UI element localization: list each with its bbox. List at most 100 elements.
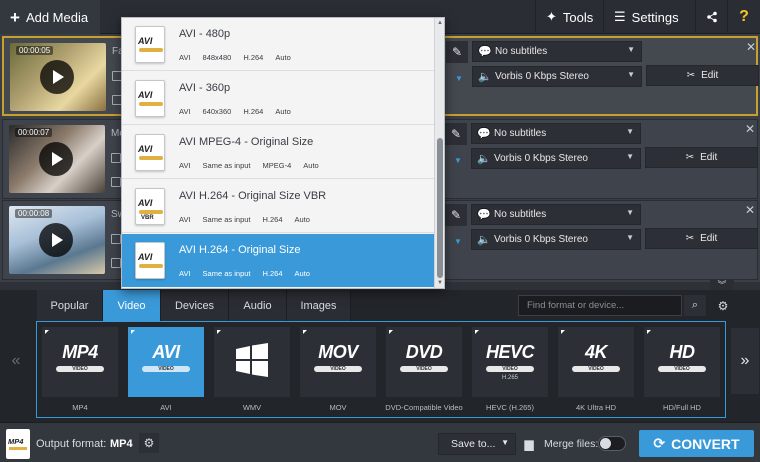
windows-logo-icon — [236, 343, 268, 377]
subtitles-value: No subtitles — [495, 46, 548, 57]
preset-item[interactable]: AVI AVI MPEG-4 - Original Size AVI Same a… — [122, 126, 434, 179]
dropdown-scrollbar[interactable]: ▲ ▼ — [434, 18, 444, 288]
file-info-icon[interactable] — [111, 234, 121, 244]
format-tile-4k[interactable]: 4K VIDEO — [558, 327, 634, 397]
format-tile-hevc[interactable]: HEVC VIDEO H.265 — [472, 327, 548, 397]
scroll-right-icon[interactable]: » — [731, 328, 759, 394]
format-tile-dvd[interactable]: DVD VIDEO — [386, 327, 462, 397]
video-thumbnail[interactable]: 00:00:07 — [9, 125, 105, 193]
speech-bubble-icon: 💬 — [478, 46, 492, 58]
video-thumbnail[interactable]: 00:00:08 — [9, 206, 105, 274]
format-settings-icon[interactable]: ⚙ — [712, 295, 734, 316]
folder-icon[interactable]: ▆ — [520, 434, 538, 454]
edit-button[interactable]: ✂ Edit — [645, 147, 758, 168]
subtitles-select[interactable]: 💬 No subtitles ▼ — [471, 123, 641, 144]
convert-label: CONVERT — [671, 435, 740, 452]
close-icon[interactable]: ✕ — [745, 122, 755, 136]
format-tile-wmv[interactable] — [214, 327, 290, 397]
pencil-icon[interactable]: ✎ — [445, 204, 467, 226]
format-tile-avi[interactable]: AVI VIDEO — [128, 327, 204, 397]
close-icon[interactable]: ✕ — [745, 203, 755, 217]
format-label: MP4 — [72, 403, 88, 412]
preset-item-selected[interactable]: AVI AVI H.264 - Original Size AVI Same as… — [122, 234, 434, 287]
chevron-down-icon[interactable]: ▼ — [450, 68, 468, 88]
merge-files-toggle[interactable] — [598, 436, 626, 451]
tools-button[interactable]: ✦ Tools — [535, 0, 603, 34]
speaker-icon: 🔈 — [477, 234, 491, 246]
format-label: HD/Full HD — [663, 403, 701, 412]
preset-item[interactable]: AVI AVI - 360p AVI 640x360 H.264 Auto — [122, 72, 434, 125]
format-tile-mp4[interactable]: MP4 VIDEO — [42, 327, 118, 397]
audio-select[interactable]: 🔈 Vorbis 0 Kbps Stereo ▼ — [472, 66, 642, 87]
subtitles-value: No subtitles — [494, 128, 547, 139]
edit-button[interactable]: ✂ Edit — [646, 65, 759, 86]
mp4-file-icon: MP4 — [6, 429, 30, 459]
preset-title: AVI - 480p — [179, 28, 231, 40]
settings-button[interactable]: ☰ Settings — [603, 0, 695, 34]
preset-meta: AVI Same as input H.264 Auto — [179, 215, 310, 224]
scroll-down-icon[interactable]: ▼ — [437, 280, 443, 286]
speaker-icon: 🔈 — [478, 71, 492, 83]
scroll-left-icon[interactable]: « — [2, 328, 30, 394]
subtitles-select[interactable]: 💬 No subtitles ▼ — [472, 41, 642, 62]
file-info-icon[interactable] — [111, 153, 121, 163]
tab-audio[interactable]: Audio — [229, 290, 287, 321]
chevron-down-icon[interactable]: ▼ — [449, 150, 467, 170]
merge-files-label: Merge files: — [544, 438, 599, 450]
avi-file-icon: AVI — [135, 134, 165, 171]
preset-meta: AVI 640x360 H.264 Auto — [179, 107, 291, 116]
plus-icon: + — [10, 7, 20, 27]
pencil-icon[interactable]: ✎ — [446, 41, 468, 63]
output-format-label: Output format: — [36, 438, 107, 450]
speech-bubble-icon: 💬 — [477, 128, 491, 140]
share-button[interactable] — [695, 0, 727, 34]
scrollbar-thumb[interactable] — [437, 138, 443, 278]
video-thumbnail[interactable]: 00:00:05 — [10, 43, 106, 111]
play-icon[interactable] — [40, 60, 74, 94]
format-tile-mov[interactable]: MOV VIDEO — [300, 327, 376, 397]
format-label: MOV — [329, 403, 347, 412]
gear-icon[interactable]: ⚙ — [139, 433, 159, 453]
duration-label: 00:00:07 — [15, 128, 53, 137]
pencil-icon[interactable]: ✎ — [445, 123, 467, 145]
preset-title: AVI MPEG-4 - Original Size — [179, 136, 314, 148]
preset-title: AVI - 360p — [179, 82, 231, 94]
preset-item[interactable]: AVI AVI - 480p AVI 848x480 H.264 Auto — [122, 18, 434, 71]
play-icon[interactable] — [39, 142, 73, 176]
format-tile-hd[interactable]: HD VIDEO — [644, 327, 720, 397]
avi-vbr-file-icon: AVI VBR — [135, 188, 165, 225]
chevron-down-icon: ▼ — [626, 233, 634, 242]
tab-images[interactable]: Images — [287, 290, 351, 321]
chevron-down-icon: ▼ — [627, 45, 635, 54]
audio-value: Vorbis 0 Kbps Stereo — [495, 71, 589, 82]
search-icon[interactable]: ⌕ — [684, 295, 706, 316]
format-search-input[interactable] — [518, 295, 682, 316]
format-label: WMV — [242, 403, 262, 412]
subtitles-select[interactable]: 💬 No subtitles ▼ — [471, 204, 641, 225]
tab-popular[interactable]: Popular — [37, 290, 103, 321]
audio-select[interactable]: 🔈 Vorbis 0 Kbps Stereo ▼ — [471, 229, 641, 250]
preview-icon[interactable] — [111, 177, 121, 187]
convert-button[interactable]: ⟳ CONVERT — [639, 430, 754, 457]
bottom-bar: MP4 Output format: MP4 ⚙ Save to... ▼ ▆ … — [0, 422, 760, 462]
add-media-button[interactable]: + Add Media — [0, 0, 100, 34]
tab-devices[interactable]: Devices — [161, 290, 229, 321]
save-to-select[interactable]: Save to... ▼ — [438, 433, 516, 455]
help-button[interactable]: ? — [727, 0, 760, 34]
share-icon — [706, 11, 717, 23]
scissors-icon: ✂ — [686, 70, 696, 81]
preset-title: AVI H.264 - Original Size — [179, 244, 301, 256]
tab-video[interactable]: Video — [103, 290, 161, 321]
preview-icon[interactable] — [111, 258, 121, 268]
edit-button[interactable]: ✂ Edit — [645, 228, 758, 249]
play-icon[interactable] — [39, 223, 73, 257]
close-icon[interactable]: ✕ — [746, 40, 756, 54]
preset-item[interactable]: AVI VBR AVI H.264 - Original Size VBR AVI… — [122, 180, 434, 233]
subtitles-value: No subtitles — [494, 209, 547, 220]
scroll-up-icon[interactable]: ▲ — [437, 20, 443, 26]
scissors-icon: ✂ — [685, 152, 695, 163]
avi-file-icon: AVI — [135, 242, 165, 279]
avi-file-icon: AVI — [135, 26, 165, 63]
chevron-down-icon[interactable]: ▼ — [449, 231, 467, 251]
audio-select[interactable]: 🔈 Vorbis 0 Kbps Stereo ▼ — [471, 148, 641, 169]
